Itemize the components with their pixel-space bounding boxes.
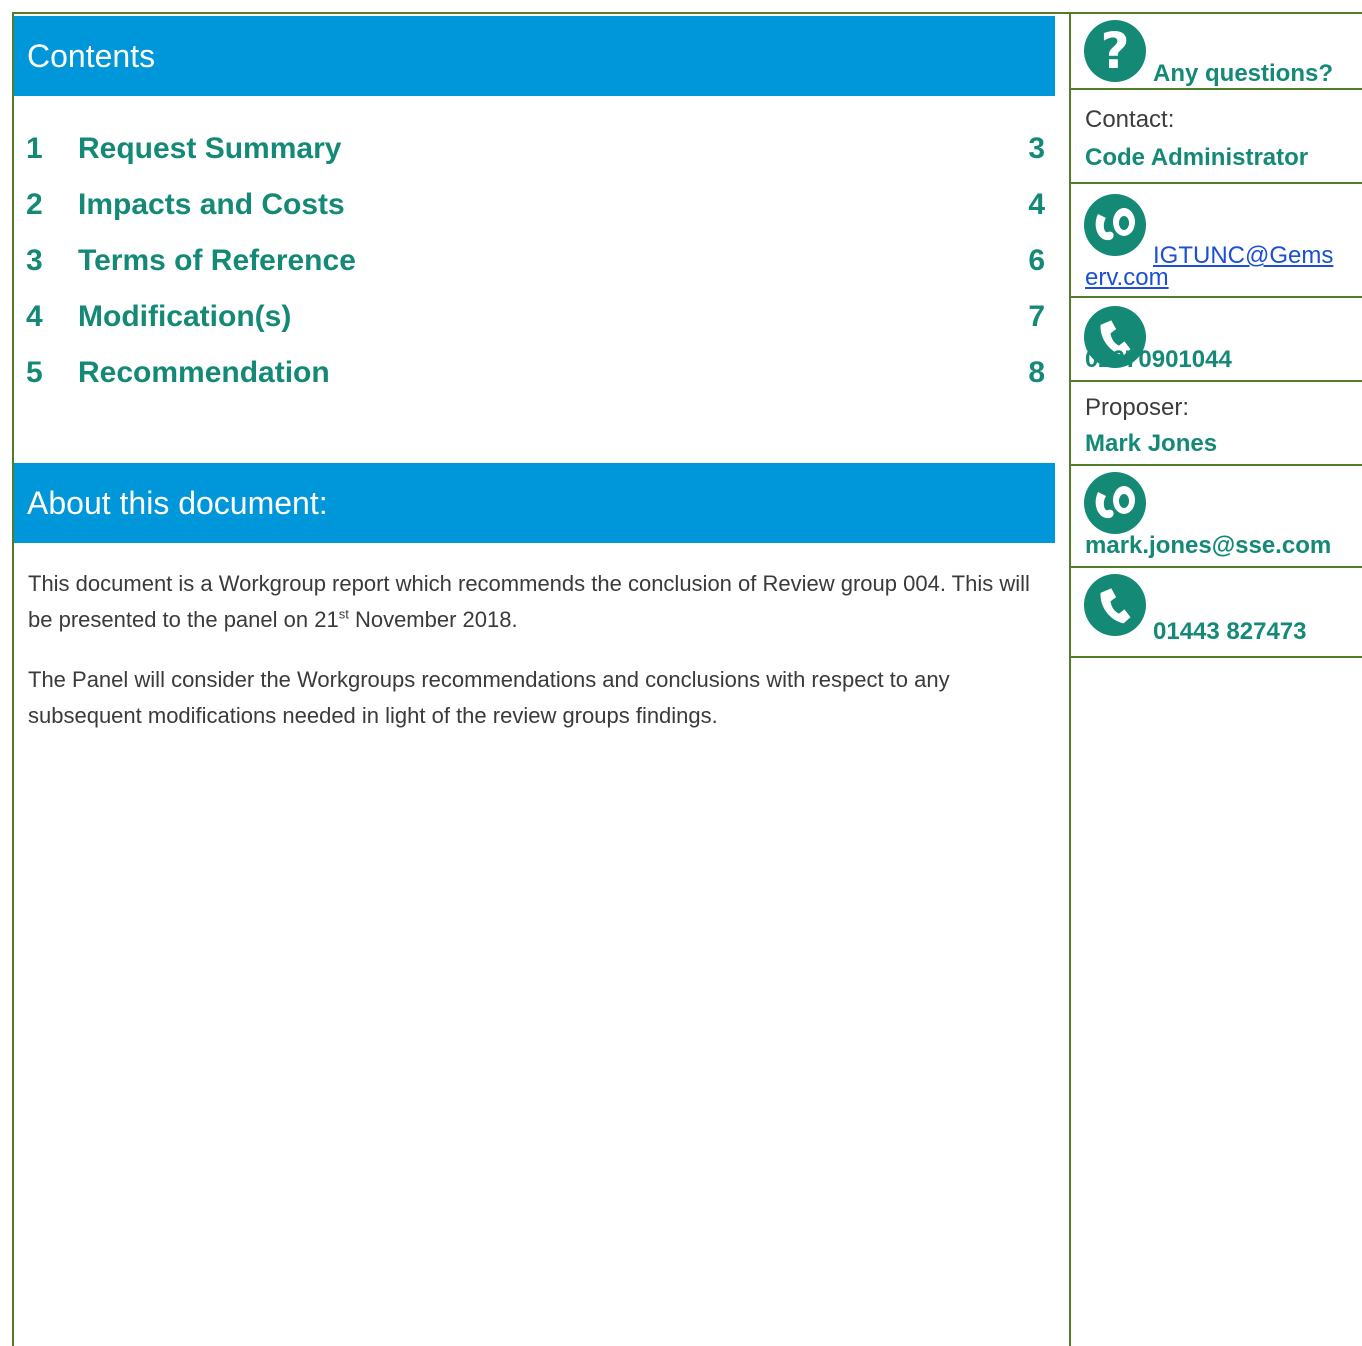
proposer-email-cell: mark.jones@sse.com <box>1071 466 1362 568</box>
question-icon: ? <box>1084 20 1146 82</box>
proposer-label: Proposer: <box>1085 394 1190 421</box>
toc-item[interactable]: 3 Terms of Reference 6 <box>0 234 1060 290</box>
email-icon <box>1084 472 1146 534</box>
toc-number: 3 <box>26 244 43 277</box>
toc-item[interactable]: 5 Recommendation 8 <box>0 346 1060 402</box>
toc-title: Request Summary <box>78 132 342 165</box>
contact-label: Contact: <box>1085 106 1175 133</box>
about-paragraph-2: The Panel will consider the Workgroups r… <box>28 667 950 728</box>
contact-cell: Contact: Code Administrator <box>1071 90 1362 184</box>
contact-phone-cell: 02070901044 <box>1071 298 1362 382</box>
toc-item[interactable]: 1 Request Summary 3 <box>0 122 1060 178</box>
email-icon-glyph <box>1095 486 1135 519</box>
toc-item[interactable]: 2 Impacts and Costs 4 <box>0 178 1060 234</box>
toc-number: 1 <box>26 132 43 165</box>
questions-cell: ? Any questions? <box>1071 14 1362 90</box>
phone-icon-glyph <box>1100 588 1131 624</box>
toc-page: 7 <box>1028 300 1045 333</box>
toc-number: 2 <box>26 188 43 221</box>
toc-title: Impacts and Costs <box>78 188 345 221</box>
about-text: This document is a Workgroup report whic… <box>28 571 1030 632</box>
toc-title: Modification(s) <box>78 300 292 333</box>
proposer-phone: 01443 827473 <box>1153 618 1307 645</box>
toc-number: 5 <box>26 356 43 389</box>
about-paragraph-1: This document is a Workgroup report whic… <box>28 566 1048 638</box>
proposer-name: Mark Jones <box>1085 430 1218 457</box>
proposer-cell: Proposer: Mark Jones <box>1071 382 1362 466</box>
contact-email-link-part1[interactable]: IGTUNC@Gems <box>1153 242 1333 270</box>
contact-sidebar: ? Any questions? Contact: Code Administr… <box>1071 14 1362 658</box>
ordinal-suffix: st <box>338 606 349 622</box>
proposer-email: mark.jones@sse.com <box>1085 532 1332 559</box>
toc-page: 4 <box>1028 188 1045 221</box>
table-of-contents: 1 Request Summary 3 2 Impacts and Costs … <box>0 122 1060 402</box>
about-heading: About this document: <box>14 463 1055 543</box>
questions-label: Any questions? <box>1153 60 1334 87</box>
email-icon <box>1084 194 1146 256</box>
toc-page: 8 <box>1028 356 1045 389</box>
toc-title: Recommendation <box>78 356 330 389</box>
contact-email-link-part2[interactable]: erv.com <box>1085 264 1169 292</box>
email-icon-glyph <box>1095 208 1135 241</box>
document-page: Contents 1 Request Summary 3 2 Impacts a… <box>0 0 1362 1346</box>
contact-name: Code Administrator <box>1085 144 1309 171</box>
phone-icon <box>1084 574 1146 636</box>
toc-page: 3 <box>1028 132 1045 165</box>
proposer-phone-cell: 01443 827473 <box>1071 568 1362 658</box>
toc-page: 6 <box>1028 244 1045 277</box>
contact-email-cell: IGTUNC@Gems erv.com <box>1071 184 1362 298</box>
contents-heading: Contents <box>14 16 1055 96</box>
contact-phone: 02070901044 <box>1085 346 1232 373</box>
toc-item[interactable]: 4 Modification(s) 7 <box>0 290 1060 346</box>
about-text: November 2018. <box>348 607 518 632</box>
toc-title: Terms of Reference <box>78 244 356 277</box>
toc-number: 4 <box>26 300 43 333</box>
